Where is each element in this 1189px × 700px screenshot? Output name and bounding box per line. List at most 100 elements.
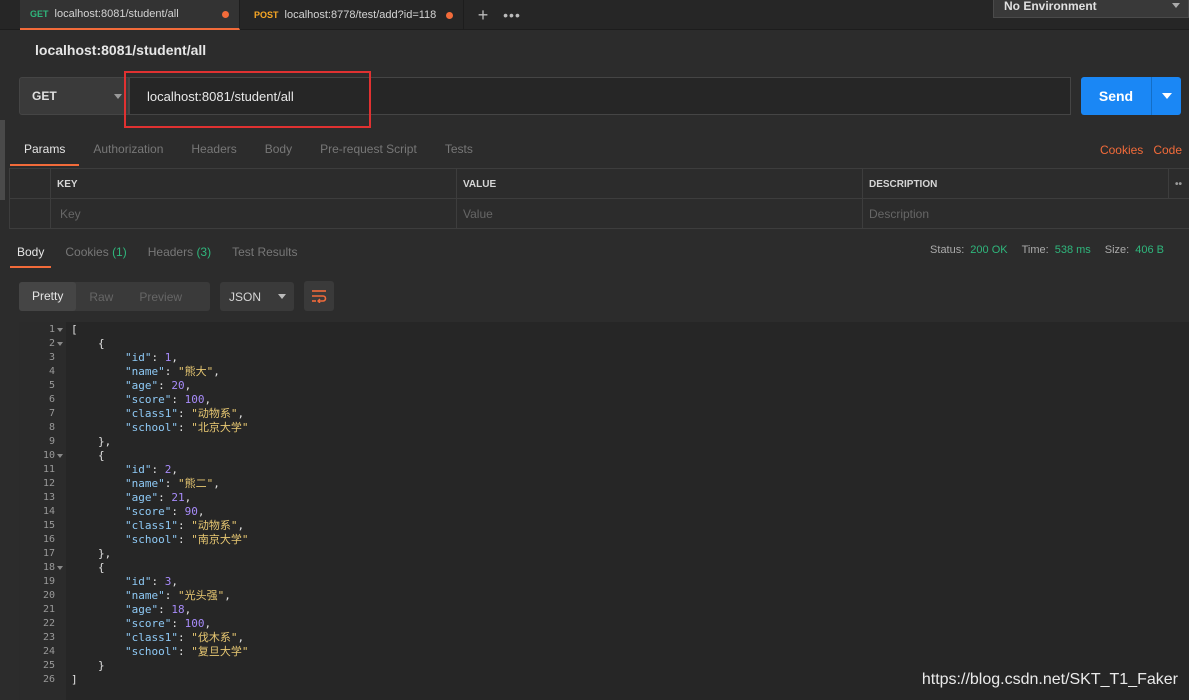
method-select[interactable]: GET	[19, 77, 129, 115]
chevron-down-icon	[114, 94, 122, 99]
method-label: GET	[32, 89, 57, 103]
environment-select[interactable]: No Environment	[993, 0, 1189, 18]
row-checkbox[interactable]	[9, 199, 50, 229]
language-select[interactable]: JSON	[220, 282, 294, 311]
add-tab-button[interactable]: +	[469, 0, 497, 30]
fold-toggle-icon[interactable]	[57, 454, 63, 458]
tab-headers[interactable]: Headers	[177, 136, 250, 166]
cookies-link[interactable]: Cookies	[1100, 143, 1143, 157]
code-text: "class1": "伐木系",	[125, 631, 245, 644]
scrollbar[interactable]	[0, 120, 5, 200]
request-links: Cookies Code	[1100, 143, 1182, 157]
view-mode-group: Pretty Raw Preview	[19, 282, 210, 311]
line-number: 1	[48, 324, 55, 335]
tab-options-button[interactable]: •••	[498, 0, 526, 30]
description-placeholder: Description	[869, 207, 930, 221]
tab-pre-request-script[interactable]: Pre-request Script	[306, 136, 431, 166]
line-number: 15	[42, 520, 55, 531]
code-text: {	[98, 449, 105, 462]
code-text: [	[71, 323, 78, 336]
line-number: 14	[42, 506, 55, 517]
line-number: 19	[42, 576, 55, 587]
code-text: "age": 21,	[125, 491, 192, 504]
line-number: 24	[42, 646, 55, 657]
time-value[interactable]: 538 ms	[1055, 244, 1091, 256]
chevron-down-icon	[278, 294, 286, 299]
unsaved-dot-icon	[446, 11, 453, 19]
request-tab-get[interactable]: GET localhost:8081/student/all	[20, 0, 240, 30]
tab-method-label: POST	[254, 10, 279, 20]
response-status: Status: 200 OK Time: 538 ms Size: 406 B	[930, 244, 1164, 256]
count-badge: (1)	[112, 245, 127, 259]
fold-toggle-icon[interactable]	[57, 566, 63, 570]
line-number: 8	[48, 422, 55, 433]
request-tab-bar: GET localhost:8081/student/all POST loca…	[0, 0, 1189, 30]
code-text: "school": "复旦大学"	[125, 645, 249, 658]
line-number: 13	[42, 492, 55, 503]
description-input[interactable]: Description	[862, 199, 1189, 229]
params-table: KEY VALUE DESCRIPTION •• Key Value Descr…	[9, 168, 1189, 229]
value-input[interactable]: Value	[456, 199, 862, 229]
tab-label: Body	[17, 245, 45, 259]
code-text: }	[98, 659, 105, 672]
send-button[interactable]: Send	[1081, 77, 1151, 115]
request-title: localhost:8081/student/all	[35, 42, 207, 58]
code-text: "age": 20,	[125, 379, 192, 392]
code-text: "school": "南京大学"	[125, 533, 249, 546]
code-text: "name": "光头强",	[125, 589, 231, 602]
code-text: ]	[71, 673, 78, 686]
code-text: "id": 1,	[125, 351, 178, 364]
size-value[interactable]: 406 B	[1135, 244, 1164, 256]
key-column-header: KEY	[50, 169, 456, 199]
line-number: 22	[42, 618, 55, 629]
fold-toggle-icon[interactable]	[57, 342, 63, 346]
code-text: },	[98, 547, 112, 560]
pretty-button[interactable]: Pretty	[19, 282, 77, 311]
code-text: "score": 90,	[125, 505, 205, 518]
status-value[interactable]: 200 OK	[970, 244, 1007, 256]
line-number: 26	[42, 674, 55, 685]
code-text: "age": 18,	[125, 603, 192, 616]
code-text: {	[98, 337, 105, 350]
raw-button[interactable]: Raw	[76, 290, 126, 304]
line-number: 4	[48, 366, 55, 377]
tab-label: Headers	[147, 245, 194, 259]
line-number: 3	[48, 352, 55, 363]
line-number: 10	[42, 450, 55, 461]
url-input[interactable]: localhost:8081/student/all	[129, 77, 1071, 115]
code-text: "class1": "动物系",	[125, 519, 245, 532]
key-input[interactable]: Key	[50, 199, 456, 229]
line-number: 16	[42, 534, 55, 545]
preview-button[interactable]: Preview	[126, 290, 195, 304]
code-text: },	[98, 435, 112, 448]
tab-response-cookies[interactable]: Cookies (1)	[58, 238, 133, 268]
table-header-row: KEY VALUE DESCRIPTION ••	[9, 169, 1189, 199]
tab-body[interactable]: Body	[251, 136, 306, 166]
status-label: Status:	[930, 244, 965, 256]
tab-authorization[interactable]: Authorization	[79, 136, 177, 166]
tab-test-results[interactable]: Test Results	[225, 238, 304, 268]
line-number: 6	[48, 394, 55, 405]
wrap-lines-button[interactable]	[304, 281, 334, 311]
unsaved-dot-icon	[222, 10, 229, 18]
checkbox-column-header	[9, 169, 50, 199]
send-options-button[interactable]	[1151, 77, 1181, 115]
tab-response-body[interactable]: Body	[10, 238, 52, 268]
line-number: 17	[42, 548, 55, 559]
tab-response-headers[interactable]: Headers (3)	[141, 238, 218, 268]
line-number: 20	[42, 590, 55, 601]
url-value: localhost:8081/student/all	[147, 88, 294, 104]
tab-params[interactable]: Params	[10, 136, 80, 166]
request-tab-post[interactable]: POST localhost:8778/test/add?id=118	[244, 0, 464, 30]
tab-url-label: localhost:8081/student/all	[54, 8, 179, 20]
code-link[interactable]: Code	[1153, 143, 1182, 157]
response-body-editor[interactable]: 1 [2 {3 "id": 1, 4 "name": "熊大", 5 "age": 20, 6 "…	[19, 322, 1189, 700]
tab-tests[interactable]: Tests	[431, 136, 487, 166]
value-placeholder: Value	[463, 207, 493, 221]
more-horizontal-icon[interactable]: ••	[1168, 169, 1189, 199]
time-label: Time:	[1021, 244, 1049, 256]
chevron-down-icon	[1172, 3, 1180, 8]
line-number: 18	[42, 562, 55, 573]
fold-toggle-icon[interactable]	[57, 328, 63, 332]
plus-icon: +	[477, 4, 489, 25]
